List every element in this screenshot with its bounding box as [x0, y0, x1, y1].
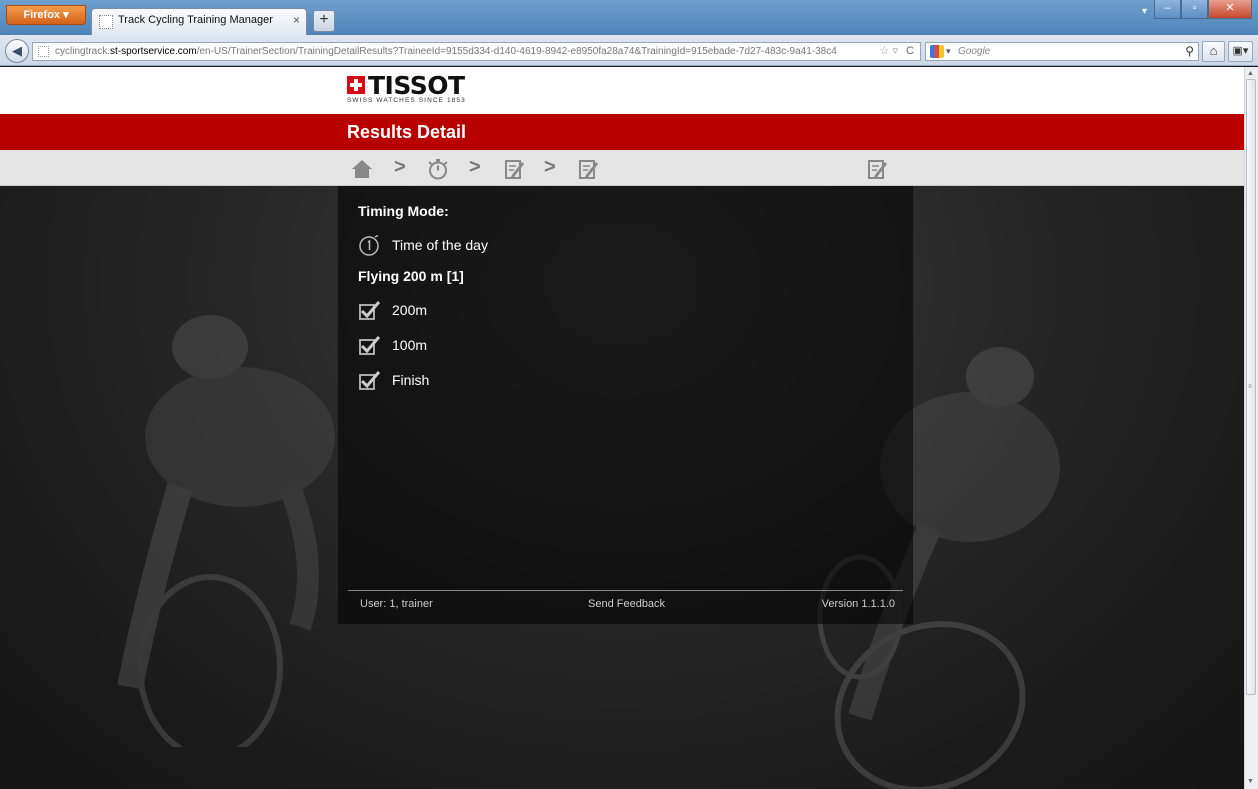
url-domain: st-sportservice.com: [110, 46, 197, 57]
browser-navbar: ◀ cyclingtrack.st-sportservice.com/en-US…: [0, 35, 1258, 66]
scroll-up-icon[interactable]: ▲: [1247, 70, 1254, 77]
search-engine-dropdown-icon[interactable]: ▾: [946, 43, 951, 60]
search-input[interactable]: ▾ Google ⚲: [925, 42, 1199, 61]
tab-close-icon[interactable]: ×: [293, 13, 300, 27]
addon-button[interactable]: ▣▾: [1228, 41, 1253, 62]
logo-tagline: SWISS WATCHES SINCE 1853: [347, 97, 466, 104]
url-path: /en-US/TrainerSection/TrainingDetailResu…: [196, 46, 837, 57]
timing-mode-row: Time of the day: [358, 234, 488, 256]
stopwatch-icon[interactable]: [427, 158, 449, 180]
breadcrumb-separator: >: [544, 156, 556, 178]
scroll-down-icon[interactable]: ▼: [1247, 778, 1254, 785]
checkpoint-label: 100m: [392, 337, 428, 353]
footer-divider: [348, 590, 903, 591]
new-tab-button[interactable]: +: [313, 10, 335, 32]
checkpoint-row[interactable]: 100m: [358, 334, 427, 356]
tab-list-icon[interactable]: ▾: [1142, 6, 1147, 17]
breadcrumb-separator: >: [469, 156, 481, 178]
checkpoint-label: 200m: [392, 302, 428, 318]
url-prefix: cyclingtrack.: [55, 46, 111, 57]
checkbox-checked-icon[interactable]: [358, 369, 380, 391]
checkpoint-row[interactable]: Finish: [358, 369, 429, 391]
breadcrumb-separator: >: [394, 156, 406, 178]
home-icon[interactable]: [351, 158, 373, 180]
firefox-menu-label: Firefox: [23, 9, 61, 21]
edit-note-icon[interactable]: [503, 158, 525, 180]
page-viewport: TISSOT SWISS WATCHES SINCE 1853 Results …: [0, 67, 1244, 789]
checkpoint-label: Finish: [392, 372, 430, 388]
window-controls: ‒ ▫ ✕: [1154, 0, 1252, 20]
results-panel: Timing Mode: Time of the day Flying 200 …: [338, 186, 913, 624]
section-heading: Flying 200 m [1]: [358, 268, 464, 284]
browser-tab[interactable]: Track Cycling Training Manager ×: [91, 8, 307, 35]
url-bar[interactable]: cyclingtrack.st-sportservice.com/en-US/T…: [32, 42, 921, 61]
title-bar: Results Detail: [0, 114, 1244, 150]
user-info: User: 1, trainer: [360, 598, 433, 610]
timing-mode-value: Time of the day: [392, 237, 488, 253]
breadcrumb: > > >: [0, 150, 1244, 186]
browser-titlebar: Firefox ▾ Track Cycling Training Manager…: [0, 0, 1258, 35]
checkbox-checked-icon[interactable]: [358, 334, 380, 356]
send-feedback-link[interactable]: Send Feedback: [588, 598, 665, 610]
timing-mode-heading: Timing Mode:: [358, 203, 449, 219]
site-header: TISSOT SWISS WATCHES SINCE 1853: [0, 67, 1244, 114]
maximize-button[interactable]: ▫: [1181, 0, 1208, 19]
site-identity-icon[interactable]: [38, 46, 49, 57]
tab-title: Track Cycling Training Manager: [118, 14, 273, 26]
bookmark-star-icon[interactable]: ☆ ▿: [880, 43, 898, 60]
scroll-grip-icon: ≡: [1248, 384, 1252, 390]
edit-note-icon[interactable]: [577, 158, 599, 180]
logo-brand: TISSOT: [368, 71, 465, 100]
firefox-menu-button[interactable]: Firefox ▾: [6, 5, 86, 25]
version-info: Version 1.1.1.0: [821, 598, 895, 610]
browser-home-button[interactable]: ⌂: [1202, 41, 1225, 62]
back-button[interactable]: ◀: [5, 39, 29, 63]
close-window-button[interactable]: ✕: [1208, 0, 1252, 19]
checkpoint-row[interactable]: 200m: [358, 299, 427, 321]
page-title: Results Detail: [347, 122, 467, 142]
minimize-button[interactable]: ‒: [1154, 0, 1181, 19]
google-icon[interactable]: [930, 45, 944, 58]
checkbox-checked-icon[interactable]: [358, 299, 380, 321]
reload-icon[interactable]: C: [906, 43, 914, 60]
search-placeholder: Google: [958, 46, 991, 57]
timer-icon: [359, 234, 379, 256]
search-icon[interactable]: ⚲: [1185, 43, 1194, 60]
edit-note-icon[interactable]: [866, 158, 888, 180]
tab-favicon-icon: [99, 15, 113, 29]
swiss-cross-icon: [347, 76, 365, 94]
